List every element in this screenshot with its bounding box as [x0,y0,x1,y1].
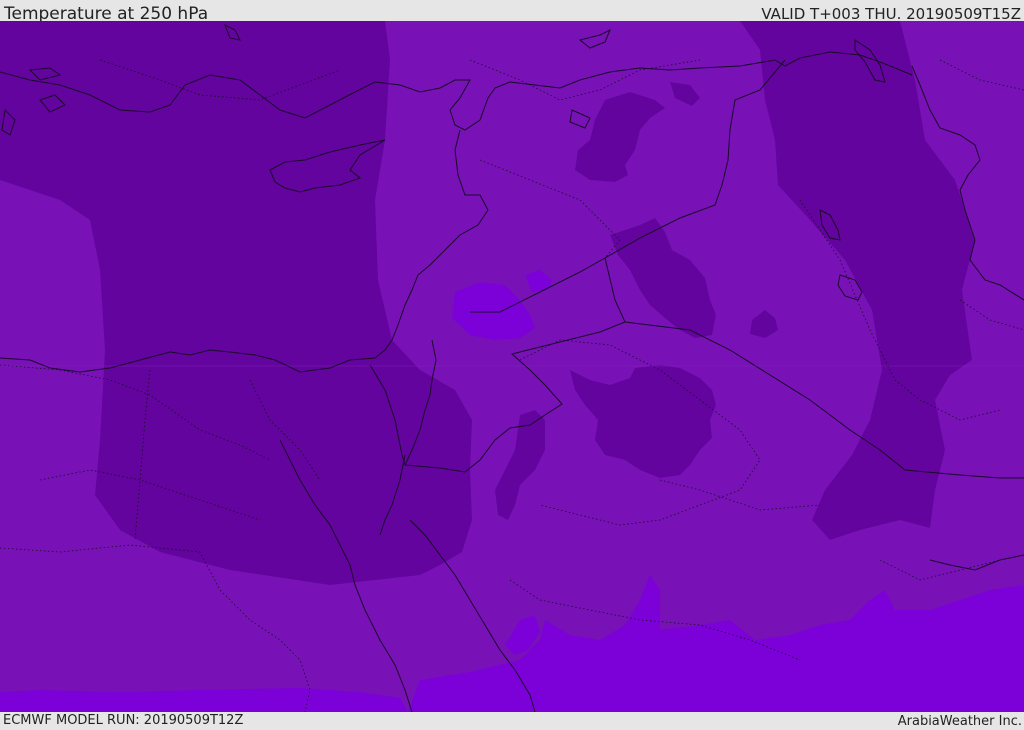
header-bar: Temperature at 250 hPa VALID T+003 THU. … [0,0,1024,24]
footer-bar: ECMWF MODEL RUN: 20190509T12Z ArabiaWeat… [0,712,1024,729]
model-run-label: ECMWF MODEL RUN: 20190509T12Z [3,713,244,728]
credit-label: ArabiaWeather Inc. [897,714,1022,729]
weather-map [0,21,1024,712]
warm-patch-light-edge [0,688,408,712]
map-svg [0,21,1024,712]
